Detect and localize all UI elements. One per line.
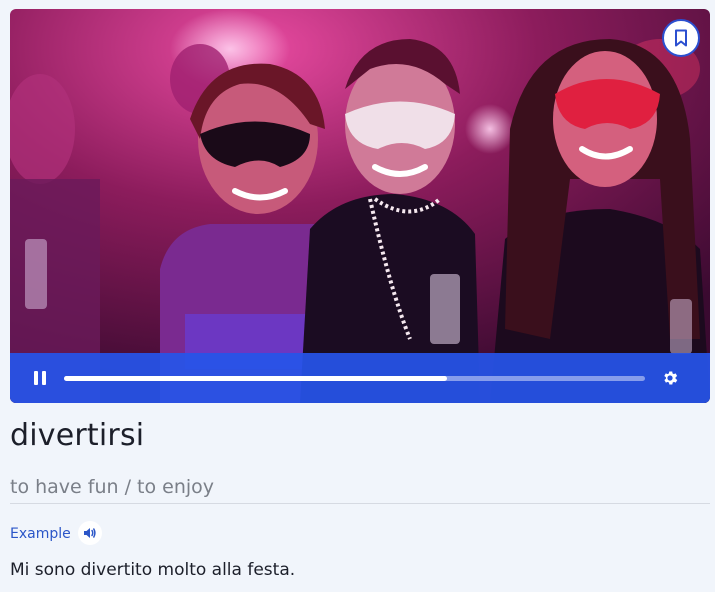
speaker-icon: [84, 528, 96, 538]
video-controls: [10, 353, 710, 403]
example-sentence: Mi sono divertito molto alla festa.: [10, 560, 296, 580]
vocab-translation: to have fun / to enjoy: [10, 476, 215, 498]
play-audio-button[interactable]: [78, 521, 102, 545]
bookmark-icon: [675, 29, 687, 47]
progress-bar[interactable]: [64, 376, 645, 381]
video-frame: [10, 9, 710, 403]
video-player[interactable]: [10, 9, 710, 403]
example-label: Example: [10, 526, 71, 542]
pause-button[interactable]: [29, 367, 51, 389]
vocab-word: divertirsi: [10, 418, 145, 453]
progress-fill: [64, 376, 448, 381]
divider: [10, 503, 710, 504]
settings-button[interactable]: [660, 368, 680, 388]
bookmark-button[interactable]: [662, 19, 700, 57]
gear-icon: [664, 371, 678, 385]
pause-icon: [34, 371, 46, 385]
